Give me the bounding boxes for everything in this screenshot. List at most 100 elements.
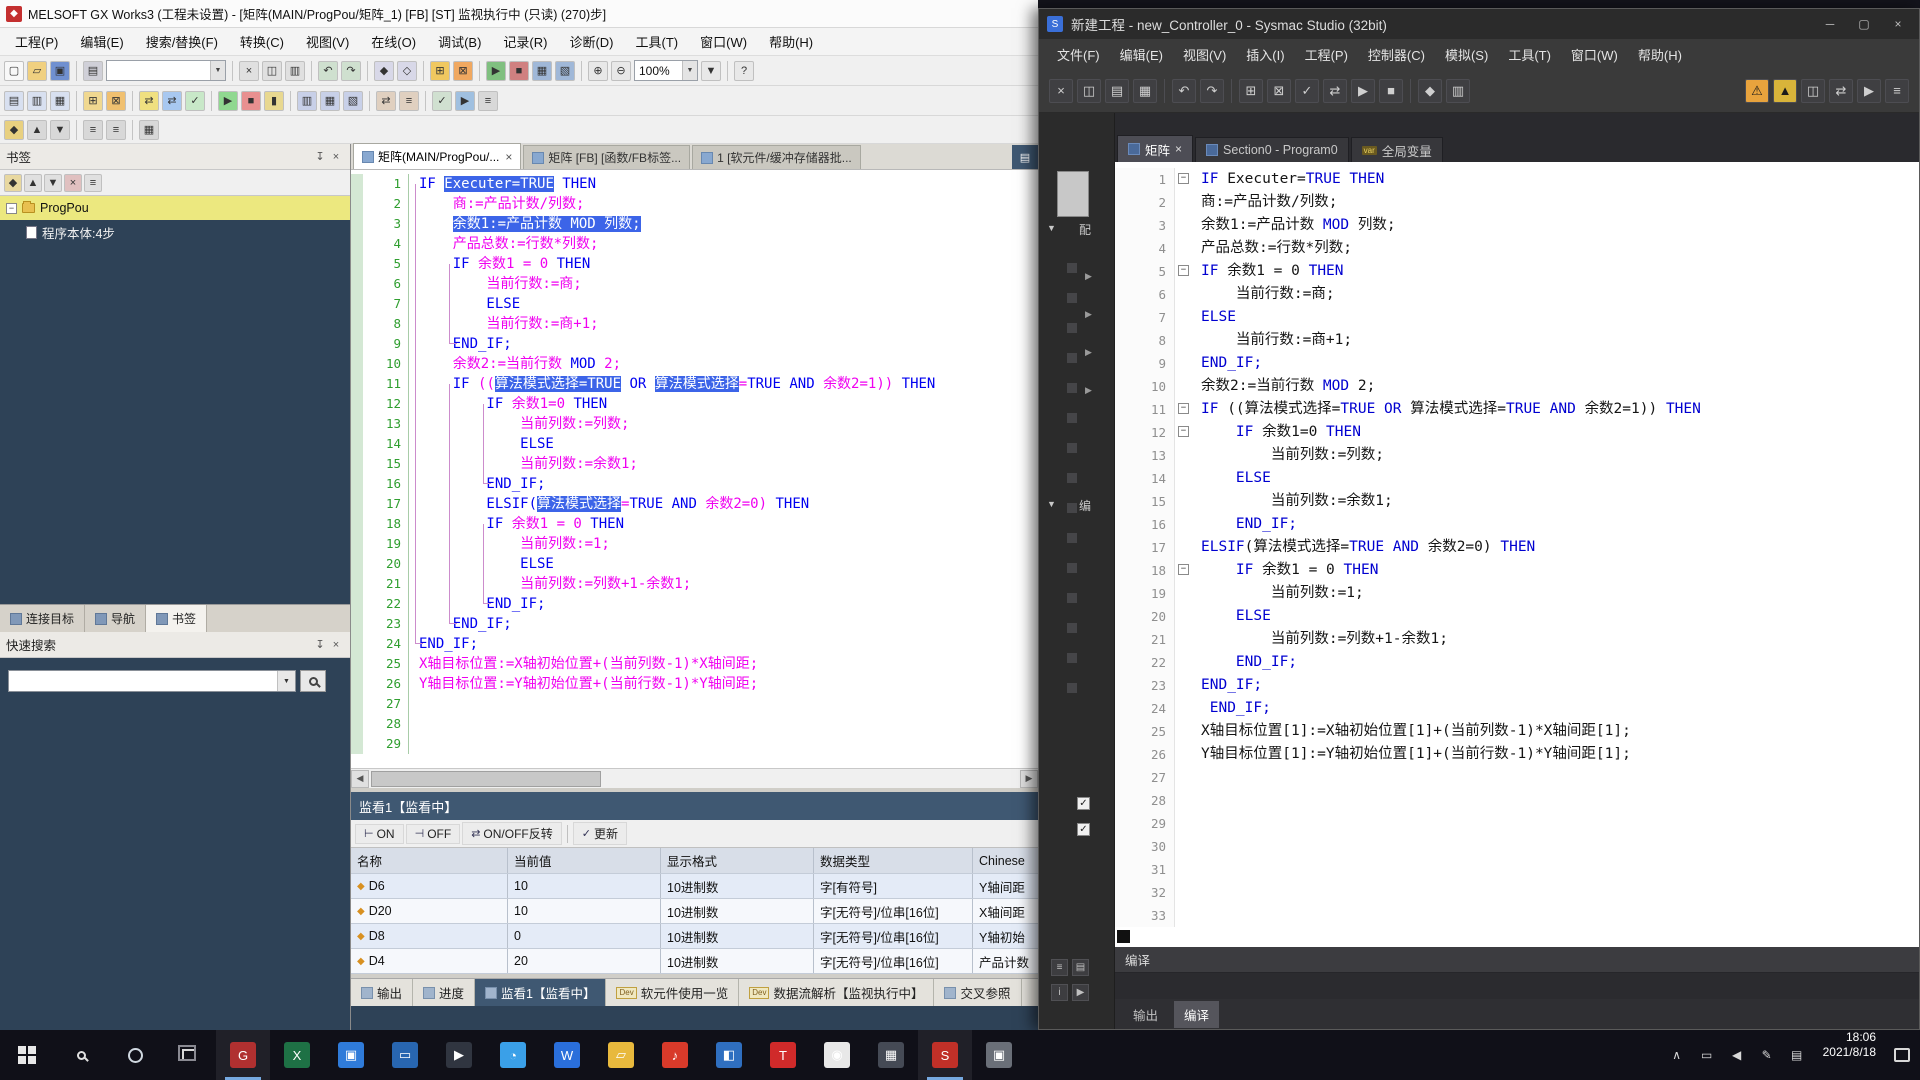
fold-collapse-icon[interactable]: − (1178, 265, 1189, 276)
panel-tab[interactable]: Dev软元件使用一览 (606, 979, 739, 1006)
build-icon[interactable]: ⊞ (1239, 79, 1263, 103)
taskbar-app-sysmac[interactable]: S (918, 1030, 972, 1080)
watch-cell[interactable]: ◆D20 (351, 899, 508, 923)
scroll-left-icon[interactable]: ◀ (351, 770, 369, 788)
task-view-button[interactable] (162, 1030, 216, 1080)
menu-item[interactable]: 转换(C) (229, 28, 295, 55)
fold-collapse-icon[interactable]: − (1178, 426, 1189, 437)
taskbar-app-music[interactable]: ♪ (648, 1030, 702, 1080)
column-header[interactable]: 显示格式 (661, 848, 814, 873)
panel-tab[interactable]: 交叉参照 (934, 979, 1021, 1006)
close-tab-icon[interactable]: × (1175, 142, 1182, 156)
device-display-icon[interactable]: ▦ (532, 61, 552, 81)
panel-tab[interactable]: 监看1【监看中】 (475, 979, 606, 1006)
tree-item-program-body[interactable]: 程序本体:4步 (0, 220, 350, 244)
horizontal-scrollbar[interactable]: ◀ ▶ (351, 768, 1038, 788)
quick-search-input[interactable]: ▼ (8, 670, 296, 692)
run-mode-icon[interactable]: ▶ (1857, 79, 1881, 103)
zoom-drop-icon[interactable]: ▼ (701, 61, 721, 81)
bookmark-prev-icon[interactable]: ▲ (27, 120, 47, 140)
chevron-down-icon[interactable]: ▼ (1047, 499, 1056, 509)
convert-icon[interactable]: ⊞ (83, 91, 103, 111)
search-button[interactable] (54, 1030, 108, 1080)
write-to-plc-icon[interactable]: ⇄ (139, 91, 159, 111)
window-list-button[interactable]: ▤ (1012, 145, 1038, 169)
undo-icon[interactable]: ↶ (318, 61, 338, 81)
taskbar-app-tim[interactable]: T (756, 1030, 810, 1080)
panel-thumb-icon[interactable] (1067, 533, 1077, 543)
watch-cell[interactable]: Y轴初始 (973, 924, 1038, 948)
minimize-button[interactable]: ─ (1817, 17, 1843, 31)
program-select-combo[interactable]: ▼ (106, 60, 226, 81)
zoom-combo[interactable]: 100%▼ (634, 60, 698, 81)
troubleshoot-warning-icon[interactable]: ⚠ (1745, 79, 1769, 103)
tree-item-progpou[interactable]: − ProgPou (0, 196, 350, 220)
expand-arrow-icon[interactable]: ▶ (1085, 271, 1092, 282)
editor-tab[interactable]: 矩阵× (1117, 135, 1193, 162)
watch-row[interactable]: ◆D42010进制数字[无符号]/位串[16位]产品计数 (351, 949, 1038, 974)
pen-icon[interactable]: ✎ (1753, 1048, 1781, 1062)
pin-icon[interactable]: ↧ (312, 637, 328, 653)
paste-icon[interactable]: ▤ (1105, 79, 1129, 103)
monitor-icon[interactable]: ▶ (1351, 79, 1375, 103)
indent-icon[interactable]: ≡ (83, 120, 103, 140)
watch-cell[interactable]: X轴间距 (973, 899, 1038, 923)
replace-icon[interactable]: ◇ (397, 61, 417, 81)
tree-expander-icon[interactable]: − (6, 203, 17, 214)
panel-thumb-icon[interactable] (1067, 593, 1077, 603)
panel-thumb-icon[interactable] (1067, 563, 1077, 573)
watch-button[interactable]: ⇄ON/OFF反转 (462, 822, 562, 845)
zoom-in-icon[interactable]: ⊕ (588, 61, 608, 81)
hidden-icons-chevron[interactable]: ∧ (1663, 1048, 1691, 1062)
display-setting-icon[interactable]: ▦ (139, 120, 159, 140)
expand-arrow-icon[interactable]: ▶ (1085, 385, 1092, 396)
panel-thumb-icon[interactable] (1067, 683, 1077, 693)
device-comment-icon[interactable]: ▤ (4, 91, 24, 111)
new-project-icon[interactable]: ▢ (4, 61, 24, 81)
explorer-section-label[interactable]: 编 (1079, 497, 1091, 514)
cross-reference-icon[interactable]: ⇄ (376, 91, 396, 111)
panel-tab[interactable]: 输出 (1123, 1001, 1168, 1028)
scrollbar-thumb[interactable] (371, 771, 601, 787)
ladder-display-icon[interactable]: ▧ (555, 61, 575, 81)
controller-thumbnail[interactable] (1057, 171, 1089, 217)
bookmark-prev-icon[interactable]: ▲ (24, 174, 42, 192)
panel-tab[interactable]: 输出 (351, 979, 413, 1006)
panel-thumb-icon[interactable] (1067, 383, 1077, 393)
watch-cell[interactable]: ◆D8 (351, 924, 508, 948)
touch-keyboard-icon[interactable]: ▤ (1783, 1048, 1811, 1062)
resize-gripper[interactable] (1117, 930, 1130, 943)
expand-arrow-icon[interactable]: ▶ (1085, 309, 1092, 320)
strip-checkbox[interactable]: ✓ (1077, 823, 1090, 836)
delete-icon[interactable]: ▦ (1133, 79, 1157, 103)
watch-icon[interactable]: ▥ (1446, 79, 1470, 103)
diff-icon[interactable]: ◫ (1801, 79, 1825, 103)
bookmark-set-icon[interactable]: ◆ (4, 120, 24, 140)
taskbar-app-remote-desktop[interactable]: ▭ (378, 1030, 432, 1080)
notification-center-button[interactable] (1884, 1030, 1920, 1080)
watch-cell[interactable]: ◆D6 (351, 874, 508, 898)
menu-item[interactable]: 在线(O) (360, 28, 427, 55)
menu-item[interactable]: 编辑(E) (69, 28, 134, 55)
watch-button[interactable]: ✓更新 (573, 822, 627, 845)
fold-collapse-icon[interactable]: − (1178, 403, 1189, 414)
watch-cell[interactable]: 10 (508, 899, 661, 923)
close-button[interactable]: × (1885, 17, 1911, 31)
watch-cell[interactable]: 10 (508, 874, 661, 898)
panel-icon[interactable]: ≡ (1051, 959, 1068, 976)
convert-icon[interactable]: ⊞ (430, 61, 450, 81)
outdent-icon[interactable]: ≡ (106, 120, 126, 140)
rebuild-icon[interactable]: ⊠ (1267, 79, 1291, 103)
volume-icon[interactable]: ◀ (1723, 1048, 1751, 1062)
taskbar-app-dark[interactable]: ▦ (864, 1030, 918, 1080)
pause-icon[interactable]: ▮ (264, 91, 284, 111)
stop-monitor-icon[interactable]: ■ (1379, 79, 1403, 103)
statement-icon[interactable]: ▥ (27, 91, 47, 111)
panel-thumb-icon[interactable] (1067, 653, 1077, 663)
watch-cell[interactable]: 字[有符号] (814, 874, 973, 898)
menu-item[interactable]: 控制器(C) (1358, 41, 1435, 68)
editor-tab[interactable]: 矩阵 [FB] [函数/FB标签... (523, 145, 690, 169)
taskbar-app-file-explorer[interactable]: ▱ (594, 1030, 648, 1080)
find-icon[interactable]: ◆ (374, 61, 394, 81)
st-code-editor[interactable]: 1IF Executer=TRUE THEN2 商:=产品计数/列数;3 余数1… (351, 170, 1038, 768)
